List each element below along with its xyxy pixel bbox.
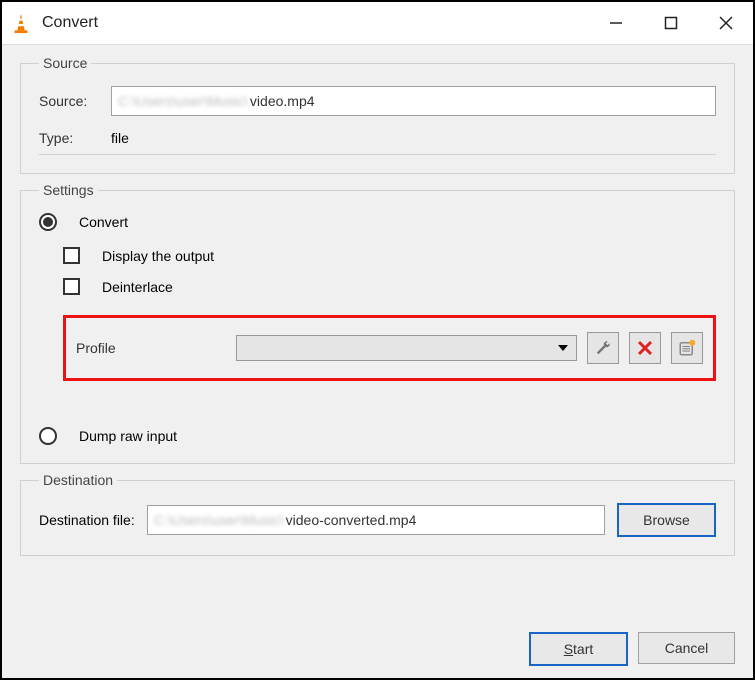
convert-dialog: Convert Source Source: C:\Users\ bbox=[0, 0, 755, 680]
type-label: Type: bbox=[39, 130, 99, 146]
type-row: Type: file bbox=[39, 130, 716, 155]
source-path-prefix: C:\Users\user\Music\ bbox=[118, 93, 248, 109]
source-input[interactable]: C:\Users\user\Music\video.mp4 bbox=[111, 86, 716, 116]
profile-label: Profile bbox=[76, 340, 226, 356]
dump-radio[interactable] bbox=[39, 427, 57, 445]
edit-profile-button[interactable] bbox=[587, 332, 619, 364]
cancel-button-label: Cancel bbox=[665, 640, 709, 656]
maximize-icon bbox=[664, 16, 678, 30]
profile-dropdown[interactable] bbox=[236, 335, 577, 361]
dialog-footer: Start Cancel bbox=[2, 624, 753, 678]
close-icon bbox=[719, 16, 733, 30]
display-output-row[interactable]: Display the output bbox=[63, 247, 716, 264]
new-profile-icon bbox=[678, 339, 696, 357]
dump-radio-label: Dump raw input bbox=[79, 428, 177, 444]
start-button[interactable]: Start bbox=[529, 632, 628, 666]
maximize-button[interactable] bbox=[643, 2, 698, 44]
type-value: file bbox=[111, 130, 129, 146]
browse-button-label: Browse bbox=[643, 512, 690, 528]
settings-group: Settings Convert Display the output Dein… bbox=[20, 182, 735, 464]
destination-input[interactable]: C:\Users\user\Music\video-converted.mp4 bbox=[147, 505, 605, 535]
destination-label: Destination file: bbox=[39, 512, 135, 528]
delete-profile-button[interactable] bbox=[629, 332, 661, 364]
browse-button[interactable]: Browse bbox=[617, 503, 716, 537]
deinterlace-checkbox[interactable] bbox=[63, 278, 80, 295]
wrench-icon bbox=[594, 339, 612, 357]
dump-radio-row[interactable]: Dump raw input bbox=[39, 427, 716, 445]
destination-path-prefix: C:\Users\user\Music\ bbox=[154, 512, 284, 528]
convert-radio[interactable] bbox=[39, 213, 57, 231]
x-icon bbox=[636, 339, 654, 357]
minimize-icon bbox=[609, 16, 623, 30]
window-title: Convert bbox=[42, 14, 98, 32]
close-button[interactable] bbox=[698, 2, 753, 44]
deinterlace-row[interactable]: Deinterlace bbox=[63, 278, 716, 295]
source-label: Source: bbox=[39, 93, 99, 109]
settings-legend: Settings bbox=[39, 182, 98, 198]
deinterlace-label: Deinterlace bbox=[102, 279, 173, 295]
window-controls bbox=[588, 2, 753, 44]
convert-radio-row[interactable]: Convert bbox=[39, 213, 716, 231]
dialog-body: Source Source: C:\Users\user\Music\video… bbox=[2, 45, 753, 624]
new-profile-button[interactable] bbox=[671, 332, 703, 364]
destination-legend: Destination bbox=[39, 472, 117, 488]
titlebar: Convert bbox=[2, 2, 753, 45]
profile-row: Profile bbox=[63, 315, 716, 381]
convert-radio-label: Convert bbox=[79, 214, 128, 230]
display-output-checkbox[interactable] bbox=[63, 247, 80, 264]
destination-group: Destination Destination file: C:\Users\u… bbox=[20, 472, 735, 556]
start-button-label: Start bbox=[564, 641, 594, 657]
source-row: Source: C:\Users\user\Music\video.mp4 bbox=[39, 86, 716, 116]
vlc-icon bbox=[10, 12, 32, 34]
display-output-label: Display the output bbox=[102, 248, 214, 264]
convert-options: Display the output Deinterlace Profile bbox=[63, 247, 716, 381]
minimize-button[interactable] bbox=[588, 2, 643, 44]
source-group: Source Source: C:\Users\user\Music\video… bbox=[20, 55, 735, 174]
source-filename: video.mp4 bbox=[250, 93, 315, 109]
source-legend: Source bbox=[39, 55, 91, 71]
destination-filename: video-converted.mp4 bbox=[286, 512, 417, 528]
chevron-down-icon bbox=[558, 345, 568, 351]
cancel-button[interactable]: Cancel bbox=[638, 632, 735, 664]
